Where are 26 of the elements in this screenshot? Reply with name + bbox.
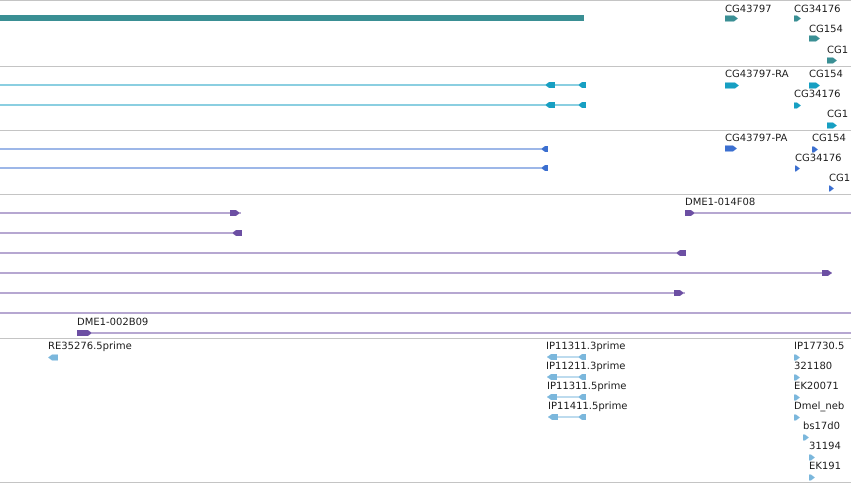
feature-label: IP17730.5 (794, 340, 844, 352)
feature-label: 321180 (794, 360, 832, 372)
feature-label: DME1-014F08 (685, 196, 756, 208)
feature-label: IP11311.3prime (546, 340, 626, 352)
feature-label: IP11411.5prime (548, 400, 628, 412)
feature-label: CG1 (829, 172, 850, 184)
feature-label: CG154 (809, 68, 843, 80)
feature-label: CG43797 (725, 2, 772, 16)
feature-label: DME1-002B09 (77, 316, 148, 328)
feature-label: CG43797-RA (725, 68, 789, 80)
feature-label: RE35276.5prime (48, 340, 132, 352)
feature-label: CG34176 (794, 88, 841, 100)
feature-label: CG34176 (795, 152, 842, 164)
feature-label: 31194 (809, 440, 841, 452)
feature-label: EK20071 (794, 380, 839, 392)
feature-label: IP11211.3prime (546, 360, 626, 372)
feature-label: CG154 (812, 132, 846, 144)
feature-label: CG43797-PA (725, 132, 788, 144)
feature-label: EK191 (809, 460, 841, 472)
feature-label: IP11311.5prime (547, 380, 626, 392)
feature-label: Dmel_neb (794, 400, 844, 412)
feature-label: CG154 (809, 22, 843, 36)
feature-label: CG34176 (794, 2, 841, 16)
feature-label: CG1 (827, 108, 848, 120)
feature-label: CG1 (827, 44, 848, 56)
feature-label: bs17d0 (803, 420, 840, 432)
